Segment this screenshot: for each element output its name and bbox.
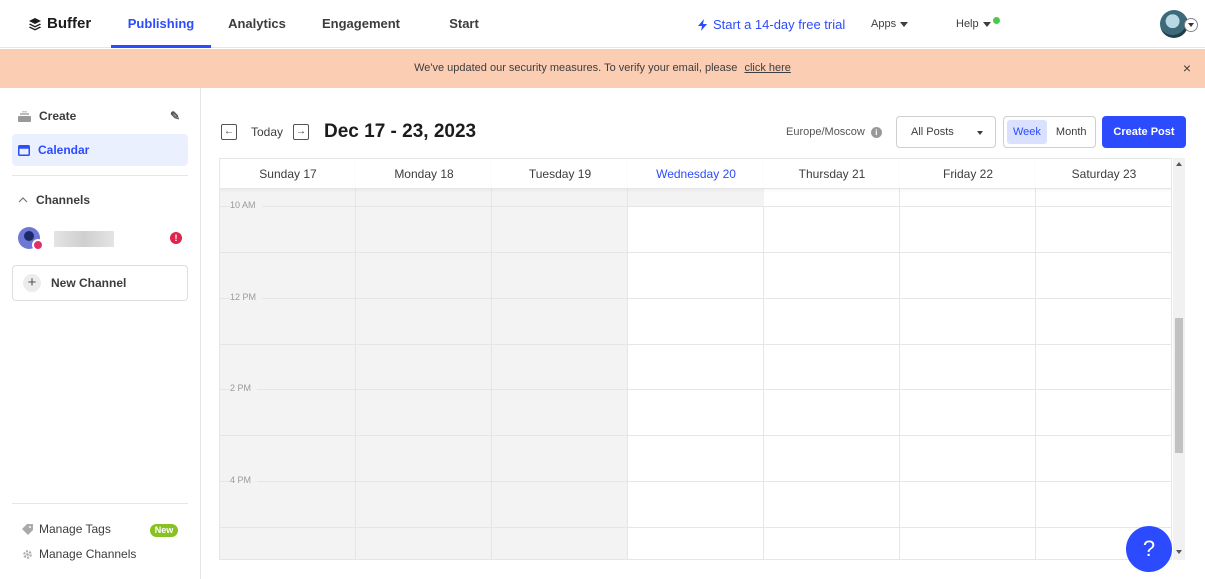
buffer-logo[interactable]: Buffer [28, 15, 91, 32]
hour-line [220, 389, 1171, 390]
info-icon[interactable]: i [870, 126, 882, 138]
posts-filter-select[interactable]: All Posts [896, 116, 996, 148]
hour-line [220, 344, 1171, 345]
day-header-tuesday: Tuesday 19 [492, 159, 628, 189]
create-post-button[interactable]: Create Post [1102, 116, 1186, 148]
manage-channels-link[interactable]: Manage Channels [22, 547, 136, 561]
sidebar-item-calendar[interactable]: Calendar [12, 134, 188, 166]
instagram-icon [32, 239, 44, 251]
new-channel-label: New Channel [51, 276, 127, 290]
sidebar-item-label: Create [39, 109, 77, 123]
tab-start-page[interactable]: Start Page [432, 0, 496, 79]
time-label: 4 PM [230, 475, 258, 485]
day-column-sunday [220, 159, 356, 559]
day-header-monday: Monday 18 [356, 159, 492, 189]
banner-text: We've updated our security measures. To … [414, 62, 738, 74]
day-column-friday[interactable] [900, 159, 1036, 559]
status-dot [992, 16, 1000, 24]
close-icon[interactable]: × [1183, 49, 1191, 88]
date-range-title: Dec 17 - 23, 2023 [324, 121, 477, 142]
previous-week-button[interactable]: ← [221, 124, 237, 140]
new-badge: New [150, 524, 178, 537]
day-header-saturday: Saturday 23 [1036, 159, 1171, 189]
week-view-button[interactable]: Week [1007, 120, 1047, 144]
alert-icon: ! [170, 232, 182, 244]
hour-line [220, 252, 1171, 253]
tab-publishing[interactable]: Publishing [111, 0, 211, 48]
sidebar: Create ✎ Calendar Channels ! + New Chann… [0, 88, 201, 579]
manage-tags-link[interactable]: Manage Tags [22, 522, 111, 536]
calendar-icon [18, 145, 30, 156]
stack-icon [18, 110, 31, 122]
account-menu-toggle[interactable] [1184, 18, 1198, 32]
time-label: 2 PM [230, 383, 258, 393]
verify-email-link[interactable]: click here [744, 62, 790, 74]
calendar-scrollbar[interactable] [1173, 158, 1185, 560]
manage-tags-label: Manage Tags [39, 522, 111, 536]
hour-line [220, 298, 1171, 299]
sidebar-item-label: Calendar [38, 143, 90, 157]
timezone-text: Europe/Moscow [786, 126, 865, 138]
free-trial-link[interactable]: Start a 14-day free trial [698, 17, 845, 32]
day-column-wednesday[interactable] [628, 159, 764, 559]
hour-line [220, 527, 1171, 528]
chevron-up-icon [18, 197, 28, 203]
posts-filter-value: All Posts [911, 126, 954, 138]
month-view-button[interactable]: Month [1050, 120, 1093, 144]
apps-menu[interactable]: Apps [871, 18, 909, 30]
security-banner: We've updated our security measures. To … [0, 49, 1205, 88]
hour-line [220, 435, 1171, 436]
time-label: 10 AM [230, 200, 262, 210]
tab-engagement[interactable]: Engagement [322, 0, 400, 48]
new-channel-button[interactable]: + New Channel [12, 265, 188, 301]
day-header-sunday: Sunday 17 [220, 159, 356, 189]
divider [12, 175, 188, 176]
day-column-tuesday [492, 159, 628, 559]
channel-item[interactable]: ! [18, 227, 188, 251]
day-header-friday: Friday 22 [900, 159, 1036, 189]
hour-line [220, 481, 1171, 482]
scroll-down-icon[interactable] [1176, 550, 1182, 554]
help-menu[interactable]: Help [956, 16, 1000, 30]
chevron-down-icon [900, 21, 909, 27]
chevron-down-icon [1188, 23, 1194, 27]
channels-label: Channels [36, 193, 91, 207]
day-column-monday [356, 159, 492, 559]
scrollbar-thumb[interactable] [1175, 318, 1183, 453]
day-header-wednesday: Wednesday 20 [628, 159, 764, 189]
next-week-button[interactable]: → [293, 124, 309, 140]
tab-analytics[interactable]: Analytics [226, 0, 288, 48]
channel-name-redacted [54, 231, 114, 247]
today-button[interactable]: Today [251, 125, 283, 139]
apps-label: Apps [871, 18, 897, 30]
scroll-up-icon[interactable] [1176, 162, 1182, 166]
top-nav: Buffer Publishing Analytics Engagement S… [0, 0, 1205, 79]
channels-section-toggle[interactable]: Channels [12, 184, 188, 216]
past-time-strip [628, 189, 764, 206]
timezone-label: Europe/Moscow i [786, 126, 882, 138]
free-trial-label: Start a 14-day free trial [713, 17, 846, 32]
hour-line [220, 206, 1171, 207]
day-column-thursday[interactable] [764, 159, 900, 559]
day-header-thursday: Thursday 21 [764, 159, 900, 189]
tag-icon [22, 523, 33, 535]
gear-icon [23, 549, 32, 559]
chevron-down-icon [982, 21, 991, 27]
lightning-icon [698, 18, 707, 31]
divider [12, 503, 188, 504]
week-calendar: 10 AM 12 PM 2 PM 4 PM Sunday 17 Monday 1… [219, 158, 1172, 560]
manage-channels-label: Manage Channels [39, 547, 137, 561]
magic-wand-icon[interactable]: ✎ [170, 109, 180, 123]
plus-icon: + [23, 274, 41, 292]
help-label: Help [956, 18, 979, 30]
sidebar-item-create[interactable]: Create ✎ [12, 100, 188, 132]
view-toggle: Week Month [1003, 116, 1096, 148]
time-label: 12 PM [230, 292, 263, 302]
buffer-logo-icon [29, 17, 41, 30]
day-column-saturday[interactable] [1036, 159, 1171, 559]
brand-name: Buffer [47, 15, 92, 32]
help-chat-button[interactable]: ? [1126, 526, 1172, 572]
chevron-down-icon [977, 131, 983, 135]
